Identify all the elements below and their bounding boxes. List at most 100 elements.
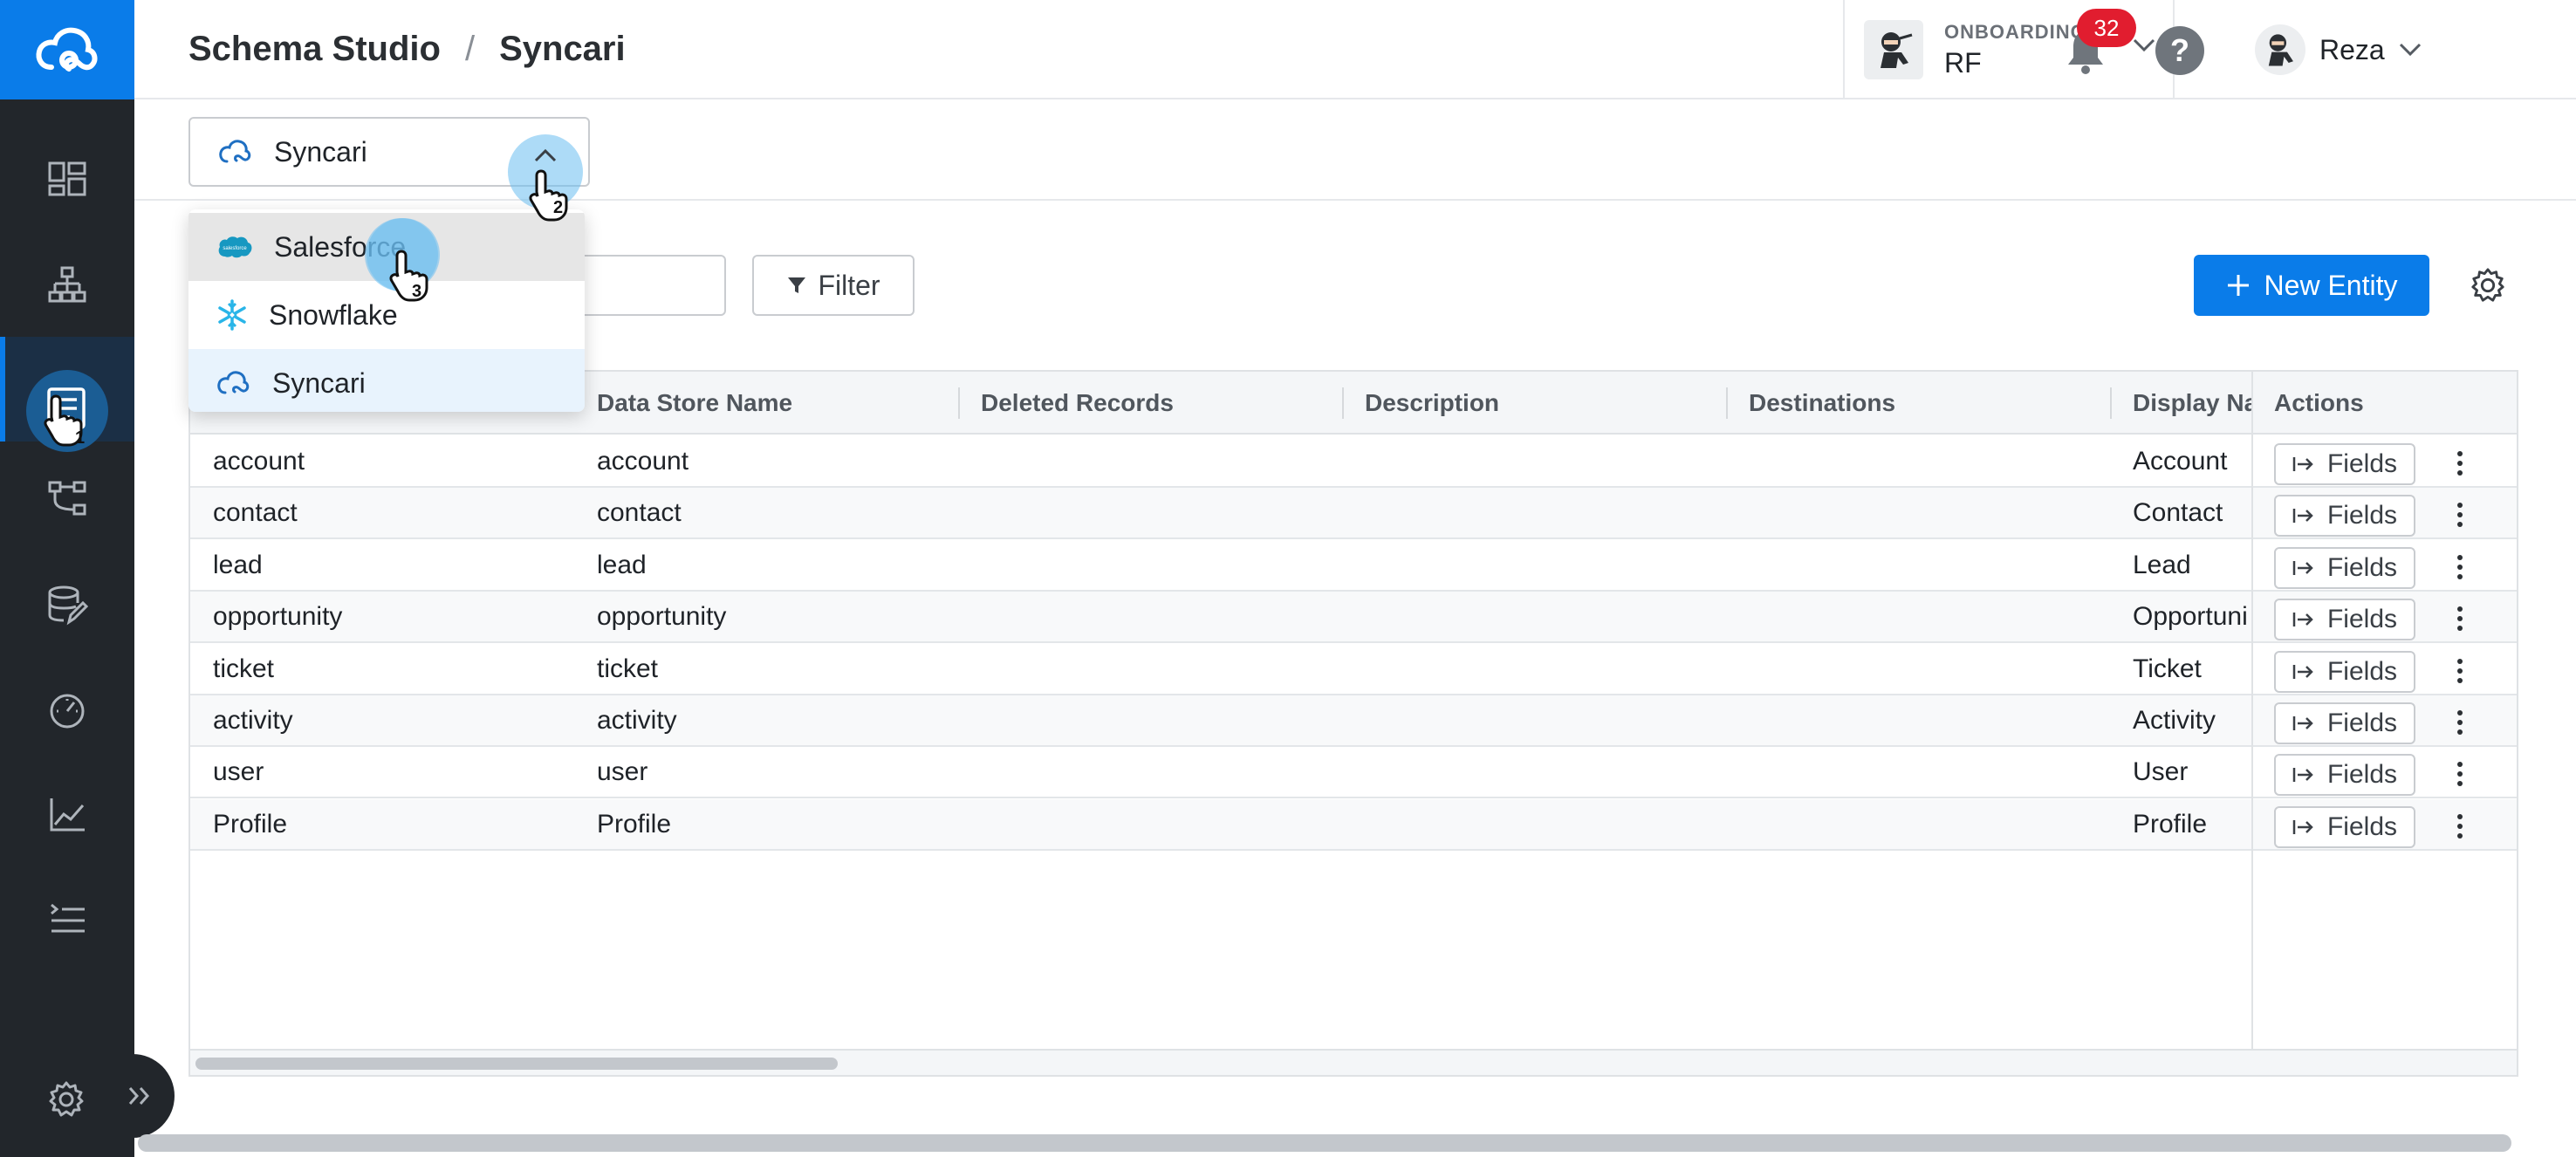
cloud-logo-icon [36,27,98,72]
row-more-menu-button[interactable] [2447,498,2473,531]
cell-name: Profile [213,809,288,839]
column-header-destinations[interactable]: Destinations [1726,372,2110,435]
hand-cursor-icon: 3 [389,250,428,302]
cell-data-store-name: contact [597,498,682,528]
kebab-icon [2457,554,2463,579]
table-settings-button[interactable] [2470,267,2506,304]
arrow-right-to-bar-icon [2292,716,2313,730]
gear-icon [2471,268,2504,302]
user-avatar [2255,24,2305,75]
snowflake-icon [218,299,246,331]
column-header-description[interactable]: Description [1342,372,1726,435]
cell-data-store-name: activity [597,706,677,735]
help-icon: ? [2170,32,2189,68]
fields-button-label: Fields [2326,760,2398,790]
new-entity-button[interactable]: New Entity [2194,255,2429,316]
page-horizontal-scrollbar[interactable] [138,1134,2511,1152]
cell-data-store-name: ticket [597,654,659,683]
cell-data-store-name: account [597,447,689,476]
cursor-step-2: 2 [553,198,563,217]
entities-table: Data Store Name Deleted Records Descript… [188,370,2518,1077]
plus-icon [2227,275,2249,296]
gear-icon [49,1081,84,1117]
filter-icon [788,277,806,293]
fields-button[interactable]: Fields [2274,754,2415,797]
row-more-menu-button[interactable] [2447,602,2473,635]
column-header-data-store-name[interactable]: Data Store Name [574,372,958,435]
user-menu[interactable]: Reza [2255,24,2422,75]
row-more-menu-button[interactable] [2447,654,2473,688]
nav-hierarchy[interactable] [0,237,134,333]
cell-display-name: Opportuni [2133,602,2248,632]
help-button[interactable]: ? [2155,26,2204,75]
nav-pipeline[interactable] [0,450,134,546]
column-header-display-name[interactable]: Display Na [2110,372,2251,435]
row-more-menu-button[interactable] [2447,706,2473,739]
dropdown-option-label: Syncari [272,366,366,399]
cell-name: opportunity [213,602,343,632]
row-more-menu-button[interactable] [2447,757,2473,791]
cell-name: activity [213,706,293,735]
cell-data-store-name: user [597,757,648,787]
nav-data-store[interactable] [0,557,134,653]
table-row[interactable]: Profile Profile Profile Fields [190,798,2517,851]
table-row[interactable]: contact contact Contact Fields [190,488,2517,540]
row-more-menu-button[interactable] [2447,447,2473,480]
cell-display-name: Profile [2133,809,2208,839]
new-entity-label: New Entity [2264,269,2398,301]
table-row[interactable]: ticket ticket Ticket Fields [190,644,2517,695]
nav-analytics[interactable] [0,766,134,862]
nav-dashboard[interactable] [0,131,134,227]
fields-button[interactable]: Fields [2274,546,2415,589]
column-header-deleted-records[interactable]: Deleted Records [958,372,1342,435]
dropdown-option-syncari[interactable]: Syncari [188,349,585,412]
nav-logs[interactable] [0,871,134,967]
hierarchy-icon [48,266,86,303]
fields-button-label: Fields [2326,656,2398,686]
sidebar-settings-button[interactable] [42,1075,91,1124]
row-more-menu-button[interactable] [2447,810,2473,843]
table-row[interactable]: user user User Fields [190,747,2517,799]
fields-button[interactable]: Fields [2274,495,2415,537]
kebab-icon [2457,762,2463,787]
table-row[interactable]: activity activity Activity Fields [190,695,2517,747]
fields-button-label: Fields [2326,605,2398,634]
kebab-icon [2457,451,2463,476]
app-logo[interactable] [0,0,134,99]
filter-button[interactable]: Filter [752,255,915,316]
fields-button[interactable]: Fields [2274,443,2415,485]
table-horizontal-scrollbar[interactable] [190,1049,2517,1075]
dropdown-option-label: Snowflake [269,298,398,331]
fields-button-label: Fields [2326,811,2398,841]
sidebar-expand-button[interactable] [105,1054,175,1138]
fields-button[interactable]: Fields [2274,599,2415,641]
database-edit-icon [48,585,88,626]
breadcrumb-item-schema-studio[interactable]: Schema Studio [188,30,441,69]
line-chart-icon [50,798,85,832]
chevron-up-icon [534,148,557,162]
hand-cursor-icon: 1 [44,394,85,448]
fields-button[interactable]: Fields [2274,702,2415,744]
nav-monitor[interactable] [0,661,134,757]
fields-button[interactable]: Fields [2274,805,2415,848]
workspace-avatar [1864,20,1923,79]
cell-data-store-name: lead [597,550,647,579]
breadcrumb-item-current: Syncari [499,30,626,68]
fields-button[interactable]: Fields [2274,650,2415,693]
arrow-right-to-bar-icon [2292,613,2313,627]
double-chevron-right-icon [128,1087,150,1105]
dropdown-option-snowflake[interactable]: Snowflake [188,281,585,349]
cell-display-name: Ticket [2133,654,2202,683]
arrow-right-to-bar-icon [2292,768,2313,783]
breadcrumb-separator: / [464,30,476,68]
table-scrollbar-thumb[interactable] [195,1058,838,1070]
table-row[interactable]: account account Account Fields [190,436,2517,488]
kebab-icon [2457,503,2463,528]
table-row[interactable]: lead lead Lead Fields [190,540,2517,592]
user-name: Reza [2319,33,2385,65]
actions-column-divider [2251,372,2253,1075]
table-row[interactable]: opportunity opportunity Opportuni Fields [190,592,2517,644]
breadcrumb: Schema Studio / Syncari [188,30,626,69]
filter-label: Filter [818,269,880,301]
row-more-menu-button[interactable] [2447,551,2473,584]
